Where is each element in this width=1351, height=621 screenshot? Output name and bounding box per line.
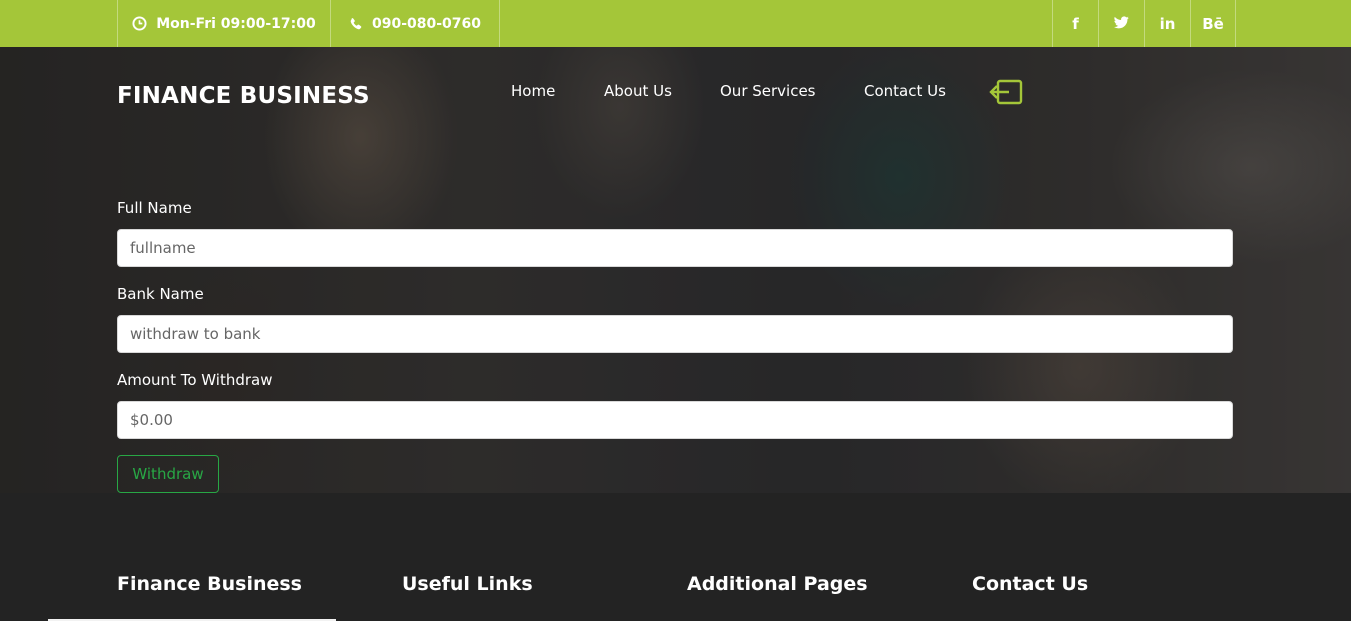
business-hours-text: Mon-Fri 09:00-17:00: [156, 15, 316, 32]
footer: Finance Business Useful Links Additional…: [0, 493, 1351, 621]
amount-label: Amount To Withdraw: [117, 371, 273, 389]
top-bar: Mon-Fri 09:00-17:00 090-080-0760 f in Bē: [0, 0, 1351, 47]
footer-heading-additional-pages: Additional Pages: [687, 573, 868, 595]
nav-home[interactable]: Home: [511, 82, 555, 100]
twitter-link[interactable]: [1098, 0, 1144, 47]
nav-our-services[interactable]: Our Services: [720, 82, 816, 100]
phone-number[interactable]: 090-080-0760: [330, 0, 500, 47]
amount-input[interactable]: [117, 401, 1233, 439]
phone-number-text: 090-080-0760: [371, 15, 482, 32]
full-name-label: Full Name: [117, 199, 192, 217]
behance-link[interactable]: Bē: [1190, 0, 1236, 47]
main-nav: Home About Us Our Services Contact Us: [0, 82, 1351, 102]
nav-about-us[interactable]: About Us: [604, 82, 672, 100]
bank-name-input[interactable]: [117, 315, 1233, 353]
footer-heading-finance-business: Finance Business: [117, 573, 302, 595]
facebook-icon: f: [1072, 14, 1079, 33]
withdraw-button[interactable]: Withdraw: [117, 455, 219, 493]
footer-heading-useful-links: Useful Links: [402, 573, 533, 595]
business-hours: Mon-Fri 09:00-17:00: [117, 0, 330, 47]
nav-contact-us[interactable]: Contact Us: [864, 82, 946, 100]
facebook-link[interactable]: f: [1052, 0, 1098, 47]
linkedin-link[interactable]: in: [1144, 0, 1190, 47]
linkedin-icon: in: [1159, 14, 1176, 33]
full-name-input[interactable]: [117, 229, 1233, 267]
footer-heading-contact-us: Contact Us: [972, 573, 1089, 595]
behance-icon: Bē: [1202, 14, 1224, 33]
phone-icon: [349, 17, 363, 31]
twitter-icon: [1114, 15, 1129, 33]
logout-icon[interactable]: [988, 78, 1024, 106]
clock-icon: [132, 16, 147, 31]
bank-name-label: Bank Name: [117, 285, 204, 303]
hero-section: FINANCE BUSINESS Home About Us Our Servi…: [0, 47, 1351, 493]
